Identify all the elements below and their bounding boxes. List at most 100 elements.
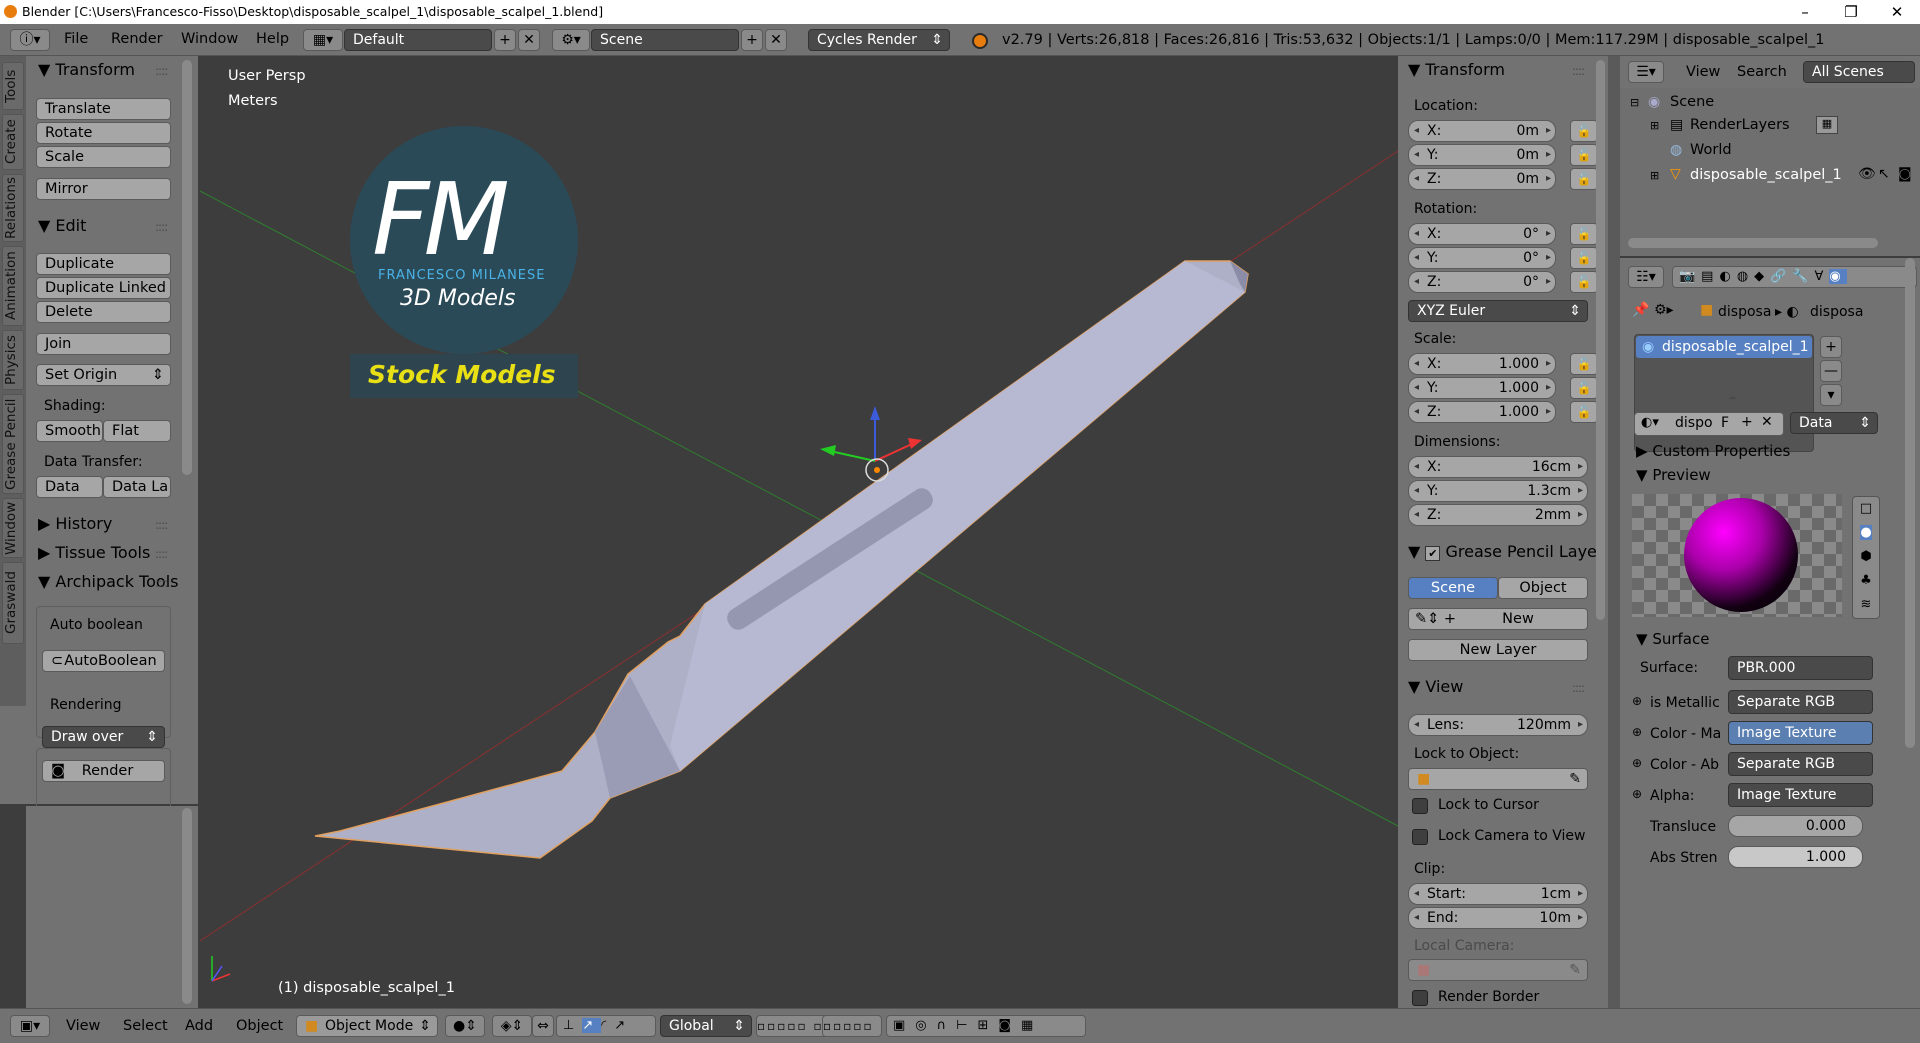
is-metallic-input[interactable]: Separate RGB xyxy=(1728,690,1873,714)
lock-camera-checkbox[interactable] xyxy=(1412,829,1428,845)
dimension-y-field[interactable]: ◂ Y: 1.3cm ▸ xyxy=(1408,480,1588,502)
properties-context-tabs[interactable]: 📷▤◐◍◆🔗🔧∀◉ xyxy=(1672,266,1917,288)
checkbox-checked-icon[interactable]: ✔ xyxy=(1425,546,1441,561)
lock-layer-icon[interactable]: ▣ xyxy=(893,1018,915,1033)
pivot-point-icon[interactable]: ◈⇕ xyxy=(492,1015,532,1037)
dimension-x-field[interactable]: ◂ X: 16cm ▸ xyxy=(1408,456,1588,478)
panel-grip-icon[interactable]: :::: xyxy=(155,576,168,590)
clip-start-field[interactable]: ◂ Start: 1cm ▸ xyxy=(1408,883,1588,905)
rotation-y-field[interactable]: ◂ Y: 0° ▸ xyxy=(1408,247,1556,269)
translate-manip-icon[interactable]: ⊥ xyxy=(563,1018,582,1033)
surface-node-dropdown[interactable]: PBR.000 xyxy=(1728,656,1873,680)
render-border-checkbox[interactable] xyxy=(1412,990,1428,1006)
menu-view[interactable]: View xyxy=(66,1018,100,1034)
menu-render[interactable]: Render xyxy=(111,31,163,47)
scale-button[interactable]: Scale xyxy=(36,146,171,168)
snap-element-icon[interactable]: ⊢ xyxy=(956,1018,977,1033)
mode-dropdown[interactable]: ■ Object Mode ⇕ xyxy=(296,1015,438,1037)
snap-render-buttons[interactable]: ▣◎∩⊢⊞◙▦ xyxy=(886,1015,1086,1037)
lock-icon[interactable]: 🔓 xyxy=(1570,247,1598,269)
outliner-view-menu[interactable]: View xyxy=(1686,64,1720,80)
link-dropdown[interactable]: Data ⇕ xyxy=(1790,412,1878,434)
material-browse-icon[interactable]: ◐▾ xyxy=(1641,415,1659,430)
lock-icon[interactable]: 🔓 xyxy=(1570,144,1598,166)
transform-panel-header[interactable]: ▼ Transform xyxy=(38,60,135,79)
gp-new-layer-button[interactable]: New Layer xyxy=(1408,639,1588,661)
properties-editor-icon[interactable]: ☷▾ xyxy=(1628,266,1664,288)
delete-button[interactable]: Delete xyxy=(36,301,171,323)
lock-object-field[interactable]: ■ ✎ xyxy=(1408,768,1588,790)
view-panel-header[interactable]: ▼ View xyxy=(1408,677,1463,696)
close-button[interactable]: ✕ xyxy=(1874,1,1920,23)
add-screen-icon[interactable]: + xyxy=(494,29,516,51)
scale-z-field[interactable]: ◂ Z: 1.000 ▸ xyxy=(1408,401,1556,423)
lock-icon[interactable]: 🔓 xyxy=(1570,271,1598,293)
color-ab-input[interactable]: Separate RGB xyxy=(1728,752,1873,776)
render-anim-icon[interactable]: ▦ xyxy=(1021,1018,1043,1033)
render-camera-icon[interactable]: ◙ xyxy=(998,1018,1021,1033)
manipulator-toggle-icon[interactable]: ⇔ xyxy=(532,1015,554,1037)
lens-field[interactable]: ◂ Lens: 120mm ▸ xyxy=(1408,714,1588,736)
eye-icon[interactable]: 👁 xyxy=(1858,166,1876,182)
rotate-button[interactable]: Rotate xyxy=(36,122,171,144)
rotation-x-field[interactable]: ◂ X: 0° ▸ xyxy=(1408,223,1556,245)
preview-type-buttons[interactable]: □ ● ⬢ ♣ ≋ xyxy=(1852,496,1880,619)
location-x-field[interactable]: ◂ X: 0m ▸ xyxy=(1408,120,1556,142)
draw-over-dropdown[interactable]: Draw over ⇕ xyxy=(42,726,165,748)
scale-y-field[interactable]: ◂ Y: 1.000 ▸ xyxy=(1408,377,1556,399)
outliner-object[interactable]: disposable_scalpel_1 xyxy=(1690,167,1842,183)
scene-icon[interactable]: ⚙▾ xyxy=(552,29,590,51)
alpha-input[interactable]: Image Texture xyxy=(1728,783,1873,807)
render-layer-icon[interactable]: ▦ xyxy=(1816,116,1838,134)
tab-create[interactable]: Create xyxy=(2,114,24,170)
clip-end-field[interactable]: ◂ End: 10m ▸ xyxy=(1408,907,1588,929)
crumb-object[interactable]: disposa xyxy=(1718,304,1771,320)
outliner-search-menu[interactable]: Search xyxy=(1737,64,1787,80)
editor-type-3d-icon[interactable]: ▣▾ xyxy=(10,1015,50,1037)
panel-grip-icon[interactable]: :::: xyxy=(155,518,168,532)
scale-x-field[interactable]: ◂ X: 1.000 ▸ xyxy=(1408,353,1556,375)
gp-new-button[interactable]: ✎⇕ + New xyxy=(1408,608,1588,630)
local-camera-field[interactable]: ■ ✎ xyxy=(1408,959,1588,981)
scene-field[interactable]: Scene xyxy=(591,29,739,51)
expand-node-icon[interactable]: ⊕ xyxy=(1632,725,1642,739)
lock-icon[interactable]: 🔓 xyxy=(1570,120,1598,142)
tab-tools[interactable]: Tools xyxy=(2,62,24,110)
duplicate-button[interactable]: Duplicate xyxy=(36,253,171,275)
tab-window[interactable]: Window xyxy=(2,498,24,558)
mirror-button[interactable]: Mirror xyxy=(36,178,171,200)
sphere-preview-icon[interactable]: ● xyxy=(1860,525,1872,540)
delete-scene-icon[interactable]: ✕ xyxy=(765,29,787,51)
tab-physics[interactable]: Physics xyxy=(2,330,24,390)
menu-help[interactable]: Help xyxy=(256,31,289,47)
gp-scene-button[interactable]: Scene xyxy=(1408,577,1498,599)
data-button[interactable]: Data xyxy=(36,476,103,498)
lock-cursor-checkbox[interactable] xyxy=(1412,798,1428,814)
n-transform-header[interactable]: ▼ Transform xyxy=(1408,60,1505,79)
rotation-mode-dropdown[interactable]: XYZ Euler ⇕ xyxy=(1408,300,1588,322)
outliner-world[interactable]: World xyxy=(1690,142,1732,158)
cursor-select-icon[interactable]: ↖ xyxy=(1878,166,1890,182)
render-button[interactable]: ◙ Render xyxy=(42,760,165,782)
outliner-renderlayers[interactable]: RenderLayers xyxy=(1690,117,1790,133)
menu-select[interactable]: Select xyxy=(123,1018,168,1034)
rotate-manip-icon[interactable]: ↗ xyxy=(582,1018,602,1033)
camera-render-icon[interactable]: ◙ xyxy=(1898,166,1912,182)
abs-stren-slider[interactable]: 1.000 xyxy=(1728,846,1863,868)
tab-animation[interactable]: Animation xyxy=(2,246,24,326)
preview-header[interactable]: ▼ Preview xyxy=(1636,466,1711,484)
outliner-editor-icon[interactable]: ☰▾ xyxy=(1628,61,1664,83)
crumb-material[interactable]: disposa xyxy=(1810,304,1863,320)
set-origin-dropdown[interactable]: Set Origin ⇕ xyxy=(36,364,171,386)
editor-type-info-button[interactable]: ⓘ▾ xyxy=(10,29,50,51)
collapse-icon[interactable]: ⊟ xyxy=(1630,96,1639,109)
outliner-filter-dropdown[interactable]: All Scenes xyxy=(1803,61,1915,83)
edit-panel-header[interactable]: ▼ Edit xyxy=(38,216,86,235)
rotation-z-field[interactable]: ◂ Z: 0° ▸ xyxy=(1408,271,1556,293)
snap-target-icon[interactable]: ⊞ xyxy=(977,1018,998,1033)
color-ma-input[interactable]: Image Texture xyxy=(1728,721,1873,745)
material-tab-icon[interactable]: ◉ xyxy=(1829,269,1847,284)
orientation-dropdown[interactable]: Global ⇕ xyxy=(660,1015,752,1037)
transluce-slider[interactable]: 0.000 xyxy=(1728,815,1863,837)
expand-node-icon[interactable]: ⊕ xyxy=(1632,787,1642,801)
